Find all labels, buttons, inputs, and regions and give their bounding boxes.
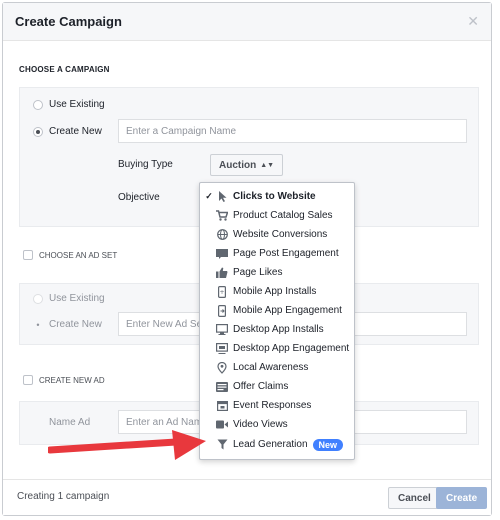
name-ad-label: Name Ad (49, 417, 91, 428)
radio-icon (33, 293, 43, 304)
objective-option-page-post-engagement[interactable]: Page Post Engagement (200, 244, 354, 263)
objective-option-mobile-app-installs[interactable]: + Mobile App Installs (200, 282, 354, 301)
ad-set-use-existing-radio[interactable]: Use Existing (33, 293, 105, 304)
objective-option-desktop-app-installs[interactable]: Desktop App Installs (200, 320, 354, 339)
close-icon[interactable]: ✕ (467, 13, 479, 30)
offer-icon (216, 381, 228, 393)
objective-option-product-catalog-sales[interactable]: Product Catalog Sales (200, 206, 354, 225)
campaign-section-label: CHOOSE A CAMPAIGN (19, 65, 110, 74)
objective-option-clicks-to-website[interactable]: ✓ Clicks to Website (200, 187, 354, 206)
ad-section-label: CREATE NEW AD (39, 375, 105, 385)
campaign-create-new-radio[interactable]: Create New (33, 126, 102, 137)
cursor-icon (216, 191, 228, 203)
checkmark-icon: ✓ (205, 191, 213, 201)
video-icon (216, 419, 228, 431)
buying-type-value: Auction (219, 159, 257, 171)
objective-label-text: Local Awareness (233, 362, 309, 373)
campaign-use-existing-radio[interactable]: Use Existing (33, 99, 105, 110)
cart-icon (216, 210, 228, 222)
objective-label-text: Product Catalog Sales (233, 210, 333, 221)
objective-label-text: Lead Generation (233, 439, 308, 450)
new-badge: New (312, 438, 344, 451)
radio-checked-icon (33, 126, 43, 137)
objective-label-text: Clicks to Website (233, 191, 316, 202)
campaign-create-new-label: Create New (49, 126, 102, 137)
radio-icon (33, 99, 43, 110)
funnel-icon (216, 439, 228, 451)
globe-icon (216, 229, 228, 241)
dialog-footer: Creating 1 campaign Cancel Create (3, 479, 491, 515)
objective-option-offer-claims[interactable]: Offer Claims (200, 377, 354, 396)
campaign-name-input[interactable] (118, 119, 467, 143)
objective-option-local-awareness[interactable]: Local Awareness (200, 358, 354, 377)
annotation-arrow-icon (48, 430, 206, 460)
objective-option-page-likes[interactable]: Page Likes (200, 263, 354, 282)
objective-label-text: Mobile App Engagement (233, 305, 342, 316)
buying-type-select[interactable]: Auction ▲▼ (210, 154, 284, 176)
objective-label-text: Desktop App Engagement (233, 343, 350, 354)
checkbox-icon (23, 250, 33, 260)
footer-status: Creating 1 campaign (17, 491, 110, 502)
calendar-icon (216, 400, 228, 412)
objective-label-text: Page Likes (233, 267, 283, 278)
objective-label: Objective (118, 192, 160, 203)
desktop-icon (216, 324, 228, 336)
objective-option-lead-generation[interactable]: Lead Generation New (200, 435, 354, 454)
objective-label-text: Mobile App Installs (233, 286, 317, 297)
create-button[interactable]: Create (436, 487, 488, 509)
objective-dropdown: ✓ Clicks to Website Product Catalog Sale… (199, 182, 355, 460)
mobile-engage-icon (216, 304, 228, 317)
objective-label-text: Video Views (233, 419, 288, 430)
objective-label-text: Offer Claims (233, 381, 289, 392)
objective-label-text: Website Conversions (233, 229, 328, 240)
objective-option-desktop-app-engagement[interactable]: Desktop App Engagement (200, 339, 354, 358)
checkbox-icon (23, 375, 33, 385)
ad-set-create-new-label: Create New (49, 319, 102, 330)
post-icon (216, 248, 228, 260)
desktop-engage-icon (216, 343, 228, 355)
dialog-title: Create Campaign (15, 14, 122, 29)
bullet-icon: • (36, 319, 40, 330)
buying-type-label: Buying Type (118, 159, 173, 170)
dialog-header: Create Campaign ✕ (3, 3, 491, 41)
objective-option-event-responses[interactable]: Event Responses (200, 396, 354, 415)
ad-set-section-label: CHOOSE AN AD SET (39, 250, 118, 260)
mobile-icon: + (216, 285, 228, 298)
ad-set-create-new-radio[interactable]: • Create New (33, 319, 102, 330)
updown-icon: ▲▼ (260, 161, 275, 169)
thumbs-up-icon (216, 267, 228, 279)
ad-section-toggle[interactable]: CREATE NEW AD (23, 375, 105, 385)
svg-text:+: + (219, 289, 224, 296)
ad-set-section-toggle[interactable]: CHOOSE AN AD SET (23, 250, 117, 260)
ad-set-use-existing-label: Use Existing (49, 293, 105, 304)
objective-option-website-conversions[interactable]: Website Conversions (200, 225, 354, 244)
objective-option-video-views[interactable]: Video Views (200, 415, 354, 434)
objective-label-text: Desktop App Installs (233, 324, 324, 335)
pin-icon (216, 361, 228, 374)
cancel-button[interactable]: Cancel (388, 487, 441, 509)
campaign-use-existing-label: Use Existing (49, 99, 105, 110)
objective-label-text: Page Post Engagement (233, 248, 339, 259)
objective-option-mobile-app-engagement[interactable]: Mobile App Engagement (200, 301, 354, 320)
objective-label-text: Event Responses (233, 400, 312, 411)
